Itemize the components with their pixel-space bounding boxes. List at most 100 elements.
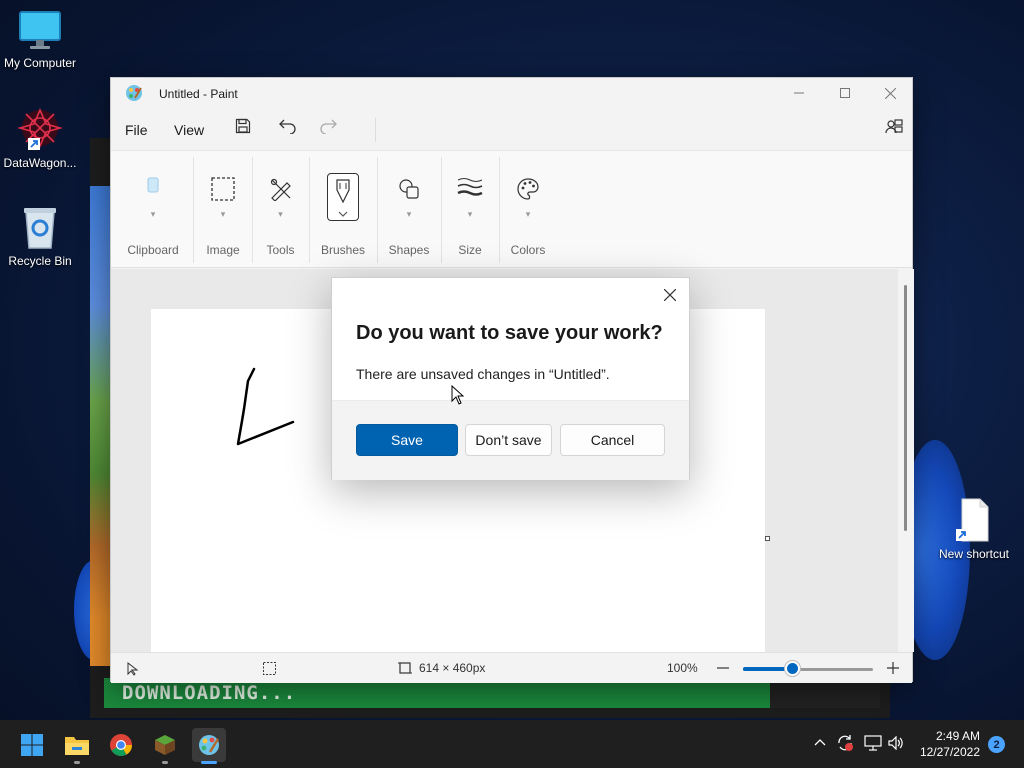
redo-icon[interactable] — [319, 118, 337, 134]
ribbon-group-image[interactable]: ▾ Image — [193, 151, 253, 269]
desktop-icon-label: Recycle Bin — [8, 254, 72, 268]
dont-save-button[interactable]: Don’t save — [465, 424, 552, 456]
desktop-icon-recycle-bin[interactable]: Recycle Bin — [0, 204, 80, 268]
folder-icon — [65, 737, 89, 755]
ribbon-group-label: Size — [458, 243, 482, 257]
desktop-icon-new-shortcut[interactable]: New shortcut — [934, 497, 1014, 561]
ribbon-group-brushes[interactable]: Brushes — [309, 151, 377, 269]
chrome-icon — [110, 734, 132, 756]
active-indicator — [201, 761, 217, 764]
desktop-icon-label: New shortcut — [938, 547, 1010, 561]
window-title: Untitled - Paint — [159, 87, 238, 101]
ribbon-group-label: Tools — [266, 243, 295, 257]
scrollbar-thumb[interactable] — [904, 285, 907, 531]
monitor-icon — [19, 11, 61, 49]
running-indicator — [162, 761, 168, 764]
selection-size-icon — [263, 662, 276, 675]
windows-logo-icon — [21, 734, 43, 756]
minimize-button[interactable] — [776, 78, 822, 108]
chevron-down-icon: ▾ — [406, 209, 412, 219]
account-settings-icon[interactable] — [885, 118, 903, 136]
dialog-close-button[interactable] — [657, 282, 683, 308]
zoom-out-icon[interactable] — [717, 667, 729, 669]
menu-view[interactable]: View — [174, 122, 204, 138]
ribbon-group-label: Image — [206, 243, 240, 257]
download-status-text: DOWNLOADING... — [122, 682, 297, 704]
brush-selected-box — [327, 173, 359, 221]
ribbon-group-size[interactable]: ▾ Size — [441, 151, 499, 269]
file-shortcut-icon — [956, 498, 989, 542]
taskbar-chrome[interactable] — [104, 728, 138, 762]
menu-file[interactable]: File — [125, 122, 148, 138]
ribbon-group-label: Colors — [510, 243, 546, 257]
tools-pencil-icon — [270, 178, 291, 201]
chevron-down-icon: ▾ — [525, 209, 531, 219]
taskbar: 2:49 AM 12/27/2022 — [0, 720, 1024, 768]
running-indicator — [74, 761, 80, 764]
select-rectangle-icon — [211, 177, 235, 201]
paint-app-icon — [126, 85, 142, 101]
ribbon-group-label: Clipboard — [127, 243, 179, 257]
chevron-down-icon: ▾ — [278, 209, 283, 219]
ribbon-group-colors[interactable]: ▾ Colors — [499, 151, 557, 269]
maximize-button[interactable] — [822, 78, 868, 108]
clock-date: 12/27/2022 — [919, 745, 980, 759]
save-icon[interactable] — [235, 118, 251, 134]
brush-icon — [336, 179, 350, 217]
stroke-size-icon — [457, 178, 483, 196]
ribbon-toolbar: ▾ Clipboard ▾ Image ▾ Tools Brushes ▾ Sh… — [111, 150, 912, 268]
save-changes-dialog: Do you want to save your work? There are… — [331, 277, 690, 480]
chevron-down-icon: ▾ — [220, 209, 226, 219]
desktop-icon-my-computer[interactable]: My Computer — [0, 10, 80, 70]
ribbon-group-label: Shapes — [388, 243, 430, 257]
desktop-icon-label: DataWagon... — [3, 156, 77, 170]
canvas-dimensions: 614 × 460px — [419, 661, 486, 675]
system-clock[interactable]: 2:49 AM 12/27/2022 — [910, 728, 980, 760]
status-bar: 614 × 460px 100% — [111, 652, 912, 683]
ribbon-group-clipboard[interactable]: ▾ Clipboard — [119, 151, 187, 269]
save-button[interactable]: Save — [356, 424, 458, 456]
menu-separator — [375, 118, 376, 142]
taskbar-file-explorer[interactable] — [60, 728, 94, 764]
network-icon[interactable] — [864, 735, 882, 751]
paint-app-icon — [199, 735, 220, 755]
ribbon-group-shapes[interactable]: ▾ Shapes — [377, 151, 441, 269]
taskbar-paint[interactable] — [192, 728, 226, 764]
cursor-position-icon — [127, 662, 139, 676]
recycle-bin-icon — [24, 208, 56, 249]
datawagon-logo-icon — [17, 107, 63, 150]
zoom-slider-thumb[interactable] — [787, 663, 798, 674]
canvas-size-icon — [398, 662, 412, 674]
ribbon-group-tools[interactable]: ▾ Tools — [252, 151, 309, 269]
clipboard-icon — [147, 177, 159, 193]
cancel-button[interactable]: Cancel — [560, 424, 665, 456]
desktop-icon-datawagon[interactable]: DataWagon... — [0, 106, 80, 170]
game-artwork-strip — [90, 186, 110, 666]
show-hidden-icons-icon[interactable] — [814, 738, 826, 746]
canvas-resize-handle[interactable] — [765, 536, 770, 541]
maximize-icon — [840, 88, 850, 98]
chevron-down-icon: ▾ — [150, 209, 156, 219]
mouse-pointer-icon — [451, 385, 465, 405]
clock-time: 2:49 AM — [935, 729, 980, 743]
dialog-message: There are unsaved changes in “Untitled”. — [356, 366, 610, 382]
close-button[interactable] — [867, 78, 913, 108]
close-icon — [884, 87, 896, 99]
shapes-icon — [399, 179, 419, 199]
taskbar-minecraft[interactable] — [148, 728, 182, 764]
undo-icon[interactable] — [279, 118, 297, 134]
start-button[interactable] — [15, 728, 49, 762]
chevron-down-icon: ▾ — [467, 209, 473, 219]
color-palette-icon — [517, 178, 539, 200]
ribbon-group-label: Brushes — [320, 243, 366, 257]
sync-status-icon[interactable] — [836, 734, 854, 752]
volume-icon[interactable] — [888, 736, 904, 750]
dialog-title: Do you want to save your work? — [356, 322, 663, 344]
vertical-scrollbar[interactable] — [898, 269, 914, 652]
zoom-percentage[interactable]: 100% — [667, 661, 698, 675]
zoom-in-icon[interactable] — [887, 662, 899, 674]
title-bar[interactable]: Untitled - Paint — [111, 78, 912, 110]
notification-badge[interactable]: 2 — [988, 736, 1005, 753]
close-icon — [664, 289, 676, 301]
desktop-icon-label: My Computer — [3, 56, 77, 70]
